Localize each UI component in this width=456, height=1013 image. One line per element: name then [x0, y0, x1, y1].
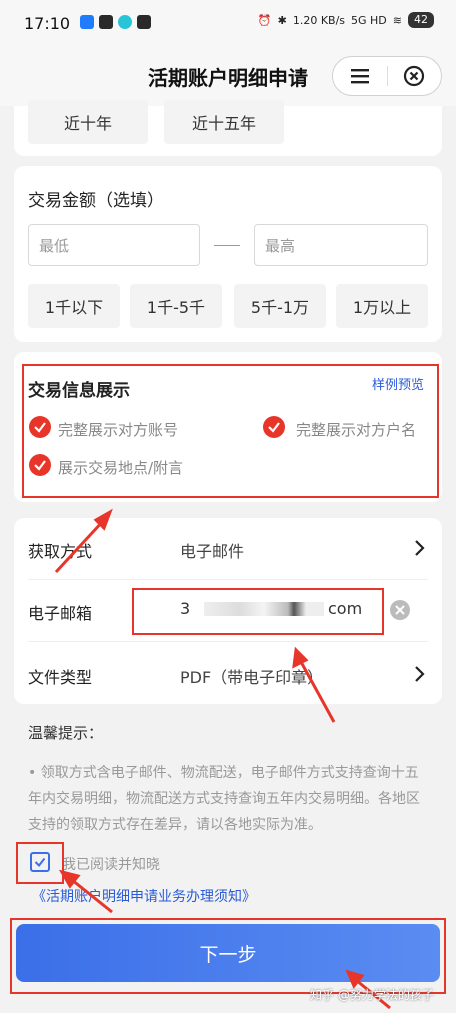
status-bar: 17:10 ⏰ ✱ 1.20 KB/s 5G HD ≋ 42 [0, 0, 456, 46]
amount-chip-over-10k[interactable]: 1万以上 [336, 284, 428, 328]
battery-indicator: 42 [408, 12, 434, 28]
menu-icon [350, 69, 369, 84]
amount-chip-under-1k[interactable]: 1千以下 [28, 284, 120, 328]
amount-card: 交易金额（选填） 最低 最高 1千以下 1千-5千 5千-1万 1万以上 [14, 166, 442, 342]
wifi-icon: ≋ [392, 13, 402, 27]
notice-body: • 领取方式含电子邮件、物流配送，电子邮件方式支持查询十五年内交易明细，物流配送… [28, 765, 420, 833]
close-button[interactable] [388, 57, 442, 95]
method-label: 获取方式 [28, 542, 93, 561]
agreement-text: 我已阅读并知晓 [62, 857, 160, 873]
highlight-next-button [10, 918, 446, 994]
clear-icon [395, 605, 405, 615]
period-chip-15y[interactable]: 近十五年 [164, 100, 284, 144]
signal-label: 5G HD [351, 13, 387, 27]
amount-chip-1k-5k[interactable]: 1千-5千 [130, 284, 222, 328]
amount-chip-5k-10k[interactable]: 5千-1万 [234, 284, 326, 328]
clear-email-button[interactable] [390, 600, 410, 620]
chevron-right-icon [415, 540, 425, 556]
message-notification-icon [137, 15, 151, 29]
highlight-display-options [22, 364, 439, 498]
method-row[interactable]: 获取方式 电子邮件 [14, 518, 442, 578]
network-speed: 1.20 KB/s [292, 13, 346, 27]
nav-bar: 活期账户明细申请 [0, 46, 456, 106]
menu-button[interactable] [333, 57, 387, 95]
filetype-row[interactable]: 文件类型 PDF（带电子印章） [14, 642, 442, 702]
agreement-link[interactable]: 《活期账户明细申请业务办理须知》 [32, 886, 256, 906]
range-dash [214, 245, 240, 246]
alarm-icon: ⏰ [257, 13, 272, 27]
filetype-label: 文件类型 [28, 668, 93, 687]
watermark: 知乎 @努力学法的孩子 [310, 988, 434, 1002]
mini-program-capsule [332, 56, 442, 96]
notification-icons [80, 15, 151, 29]
max-amount-input[interactable]: 最高 [254, 224, 428, 266]
filetype-value: PDF（带电子印章） [180, 668, 324, 687]
close-circle-icon [404, 65, 425, 87]
amount-title: 交易金额（选填） [28, 191, 164, 211]
highlight-agreement-checkbox [16, 842, 64, 884]
min-amount-placeholder: 最低 [39, 236, 70, 255]
bell-notification-icon [118, 15, 132, 29]
status-right: ⏰ ✱ 1.20 KB/s 5G HD ≋ 42 [258, 12, 434, 28]
max-amount-placeholder: 最高 [265, 236, 296, 255]
chevron-right-icon [415, 666, 425, 682]
bluetooth-icon: ✱ [277, 13, 287, 27]
period-card: 近十年 近十五年 [14, 100, 442, 156]
notice-title: 温馨提示： [28, 724, 104, 742]
chat-notification-icon [99, 15, 113, 29]
period-chip-10y[interactable]: 近十年 [28, 100, 148, 144]
status-time: 17:10 [24, 14, 71, 33]
email-label: 电子邮箱 [28, 604, 93, 623]
app-notification-icon [80, 15, 94, 29]
min-amount-input[interactable]: 最低 [28, 224, 200, 266]
method-value: 电子邮件 [180, 542, 245, 561]
highlight-email-input [132, 588, 384, 635]
